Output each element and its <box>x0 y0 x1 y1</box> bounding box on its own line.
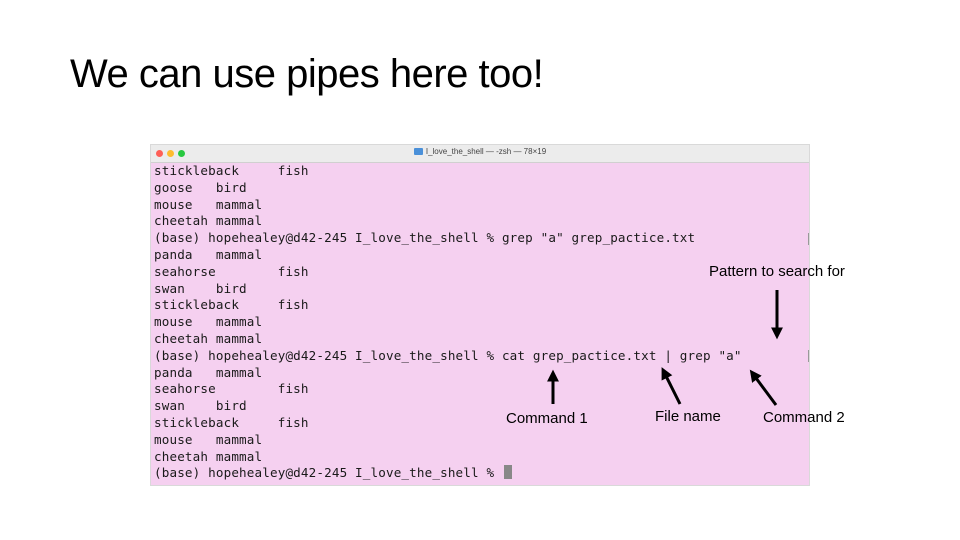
arrow-to-file-name <box>661 367 682 405</box>
arrow-to-command-2 <box>749 369 778 406</box>
annotation-arrows <box>547 290 783 406</box>
